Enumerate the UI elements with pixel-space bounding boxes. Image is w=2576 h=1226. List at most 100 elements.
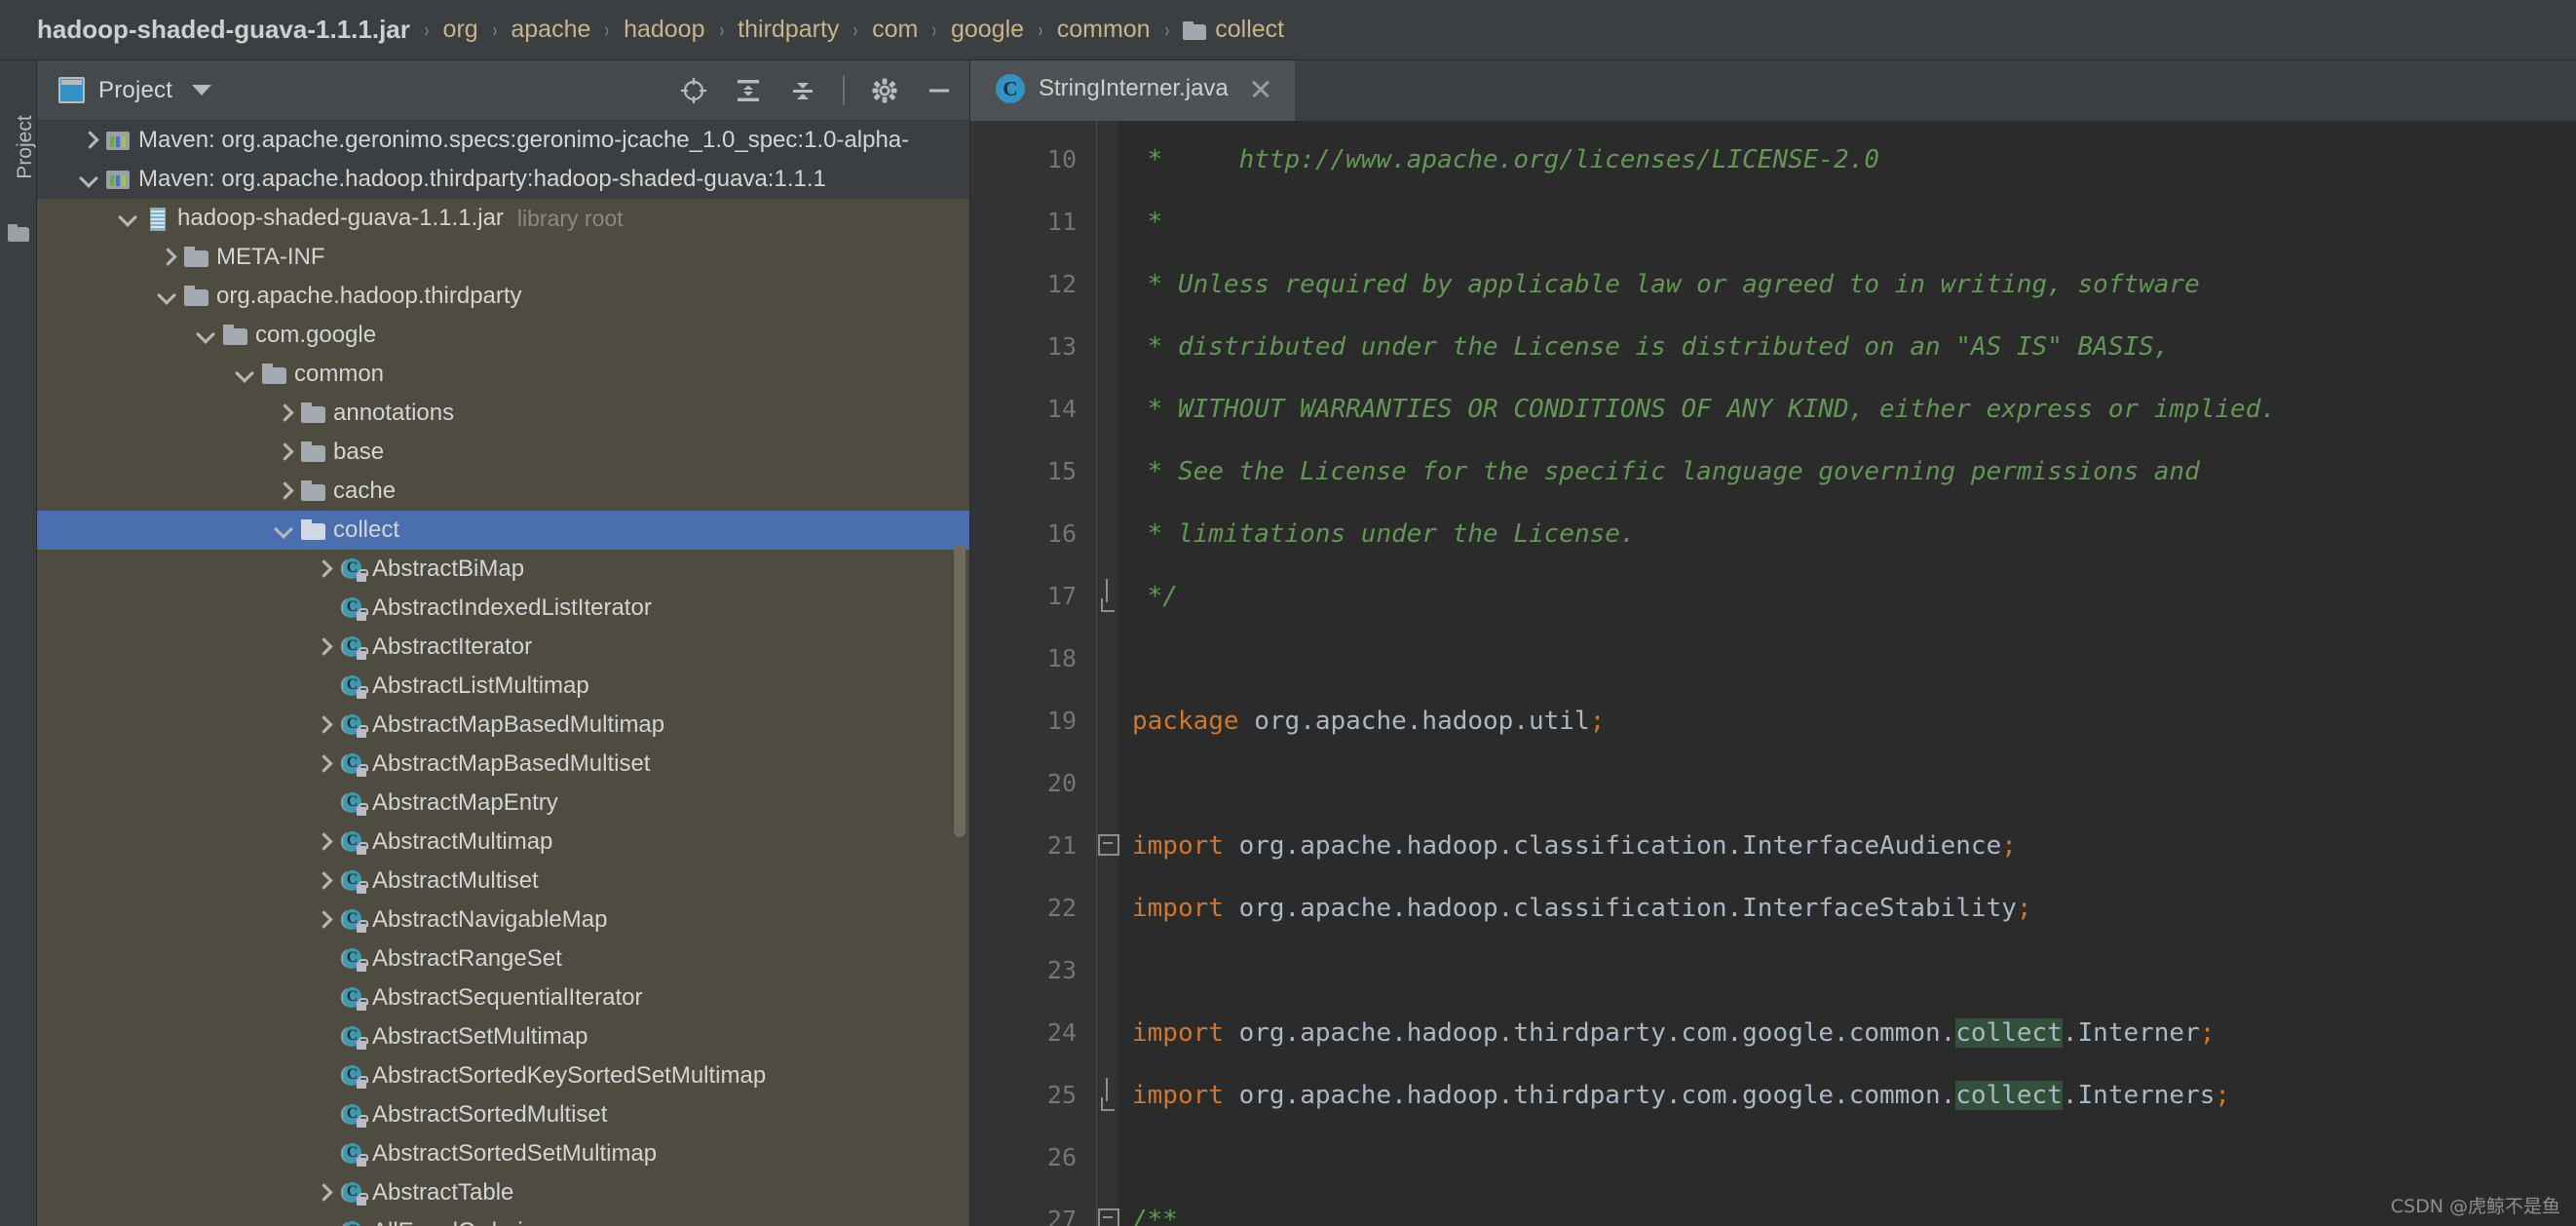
tree-row[interactable]: common [37, 355, 969, 394]
tree-row[interactable]: AbstractBiMap [37, 550, 969, 589]
tree-row[interactable]: AbstractSortedMultiset [37, 1095, 969, 1134]
code-content[interactable]: * http://www.apache.org/licenses/LICENSE… [1118, 121, 2576, 1226]
close-icon[interactable] [1248, 76, 1273, 101]
tree-row[interactable]: AbstractSortedSetMultimap [37, 1134, 969, 1173]
chevron-right-icon[interactable] [312, 753, 333, 775]
tree-row[interactable]: AbstractTable [37, 1173, 969, 1212]
line-number: 24 [970, 1002, 1096, 1064]
tree-row[interactable]: base [37, 433, 969, 472]
chevron-right-icon[interactable] [312, 636, 333, 658]
chevron-right-icon[interactable] [312, 558, 333, 580]
code-fold-toggle[interactable] [1097, 1189, 1118, 1226]
tree-row[interactable]: AbstractNavigableMap [37, 900, 969, 939]
chevron-right-icon[interactable] [312, 831, 333, 853]
folder-icon [1183, 21, 1206, 40]
chevron-down-icon[interactable] [78, 169, 99, 190]
chevron-placeholder [312, 1026, 333, 1048]
tree-row[interactable]: Maven: org.apache.hadoop.thirdparty:hado… [37, 160, 969, 199]
maven-icon [105, 168, 132, 191]
tree-row[interactable]: Maven: org.apache.geronimo.specs:geronim… [37, 121, 969, 160]
collapse-all-icon[interactable] [788, 76, 817, 105]
tree-item-label: Maven: org.apache.geronimo.specs:geronim… [138, 127, 909, 154]
tree-row[interactable]: annotations [37, 394, 969, 433]
tree-row[interactable]: AbstractSequentialIterator [37, 978, 969, 1017]
tree-row[interactable]: AbstractSortedKeySortedSetMultimap [37, 1056, 969, 1095]
tree-item-label: AllEqualOrdering [372, 1218, 549, 1226]
class-icon [339, 1220, 365, 1226]
code-token: import [1132, 1018, 1224, 1048]
chevron-down-icon[interactable] [273, 519, 294, 541]
breadcrumb-item-apache[interactable]: apache [511, 16, 590, 44]
code-token: * distributed under the License is distr… [1132, 332, 2169, 362]
chevron-right-icon[interactable] [312, 870, 333, 892]
chevron-down-icon[interactable] [192, 85, 211, 96]
line-number: 15 [970, 441, 1096, 503]
tree-scrollbar[interactable] [954, 545, 966, 837]
code-token: * Unless required by applicable law or a… [1132, 270, 2200, 299]
tree-row[interactable]: AllEqualOrdering [37, 1212, 969, 1226]
tree-row[interactable]: AbstractIterator [37, 628, 969, 667]
tree-row[interactable]: collect [37, 511, 969, 550]
code-fold-toggle[interactable] [1097, 565, 1118, 628]
project-panel-header: Project [37, 60, 969, 121]
project-title-group[interactable]: Project [58, 77, 211, 104]
code-token: /** [1132, 1206, 1178, 1226]
lock-badge-icon [357, 1080, 366, 1089]
locate-in-tree-icon[interactable] [679, 76, 708, 105]
tree-row[interactable]: AbstractListMultimap [37, 667, 969, 706]
breadcrumb-item-hadoop[interactable]: hadoop [624, 16, 704, 44]
code-token: * limitations under the License. [1132, 519, 1636, 549]
tree-item-label: org.apache.hadoop.thirdparty [216, 283, 522, 310]
breadcrumb-item-com[interactable]: com [872, 16, 918, 44]
code-folding-gutter[interactable] [1097, 121, 1118, 1226]
fold-spacer [1097, 939, 1118, 1002]
breadcrumb-item-hadoop-shaded-guava-1-1-1-jar[interactable]: hadoop-shaded-guava-1.1.1.jar [37, 15, 410, 45]
chevron-down-icon[interactable] [195, 325, 216, 346]
line-number: 10 [970, 129, 1096, 191]
tree-row[interactable]: AbstractMapBasedMultimap [37, 706, 969, 745]
tree-row[interactable]: AbstractRangeSet [37, 939, 969, 978]
breadcrumb-label: apache [511, 16, 590, 43]
chevron-right-icon[interactable] [78, 130, 99, 151]
tree-row[interactable]: AbstractMultiset [37, 862, 969, 900]
chevron-down-icon[interactable] [117, 208, 138, 229]
tree-row[interactable]: AbstractMultimap [37, 823, 969, 862]
chevron-right-icon[interactable] [312, 1182, 333, 1204]
chevron-right-icon[interactable] [312, 909, 333, 931]
chevron-right-icon[interactable] [273, 480, 294, 502]
code-line: * http://www.apache.org/licenses/LICENSE… [1132, 129, 2576, 191]
tree-row[interactable]: cache [37, 472, 969, 511]
code-token: ; [2215, 1081, 2230, 1110]
line-number: 21 [970, 815, 1096, 877]
code-editor[interactable]: 1011121314151617181920212223242526272829… [970, 121, 2576, 1226]
tree-row[interactable]: AbstractSetMultimap [37, 1017, 969, 1056]
chevron-right-icon[interactable] [273, 402, 294, 424]
expand-all-icon[interactable] [734, 76, 763, 105]
code-token: * WITHOUT WARRANTIES OR CONDITIONS OF AN… [1132, 395, 2276, 424]
chevron-down-icon[interactable] [234, 364, 255, 385]
breadcrumb-item-common[interactable]: common [1057, 16, 1151, 44]
code-fold-toggle[interactable] [1097, 815, 1118, 877]
hide-panel-icon[interactable] [925, 76, 954, 105]
folder-icon[interactable] [8, 224, 29, 242]
breadcrumb-item-google[interactable]: google [951, 16, 1024, 44]
project-tree[interactable]: Maven: org.apache.geronimo.specs:geronim… [37, 121, 969, 1226]
fold-spacer [1097, 628, 1118, 690]
chevron-right-icon[interactable] [273, 441, 294, 463]
tree-row[interactable]: hadoop-shaded-guava-1.1.1.jarlibrary roo… [37, 199, 969, 238]
tab-stringinterner-java[interactable]: StringInterner.java [970, 60, 1295, 121]
chevron-right-icon[interactable] [156, 247, 177, 268]
breadcrumb-item-collect[interactable]: collect [1183, 16, 1284, 44]
tree-row[interactable]: META-INF [37, 238, 969, 277]
breadcrumb-item-thirdparty[interactable]: thirdparty [738, 16, 839, 44]
chevron-down-icon[interactable] [156, 286, 177, 307]
code-fold-toggle[interactable] [1097, 1064, 1118, 1127]
settings-gear-icon[interactable] [870, 76, 899, 105]
chevron-right-icon[interactable] [312, 714, 333, 736]
tree-row[interactable]: AbstractMapEntry [37, 784, 969, 823]
tree-row[interactable]: com.google [37, 316, 969, 355]
tree-row[interactable]: org.apache.hadoop.thirdparty [37, 277, 969, 316]
breadcrumb-item-org[interactable]: org [443, 16, 478, 44]
tree-row[interactable]: AbstractMapBasedMultiset [37, 745, 969, 784]
tree-row[interactable]: AbstractIndexedListIterator [37, 589, 969, 628]
